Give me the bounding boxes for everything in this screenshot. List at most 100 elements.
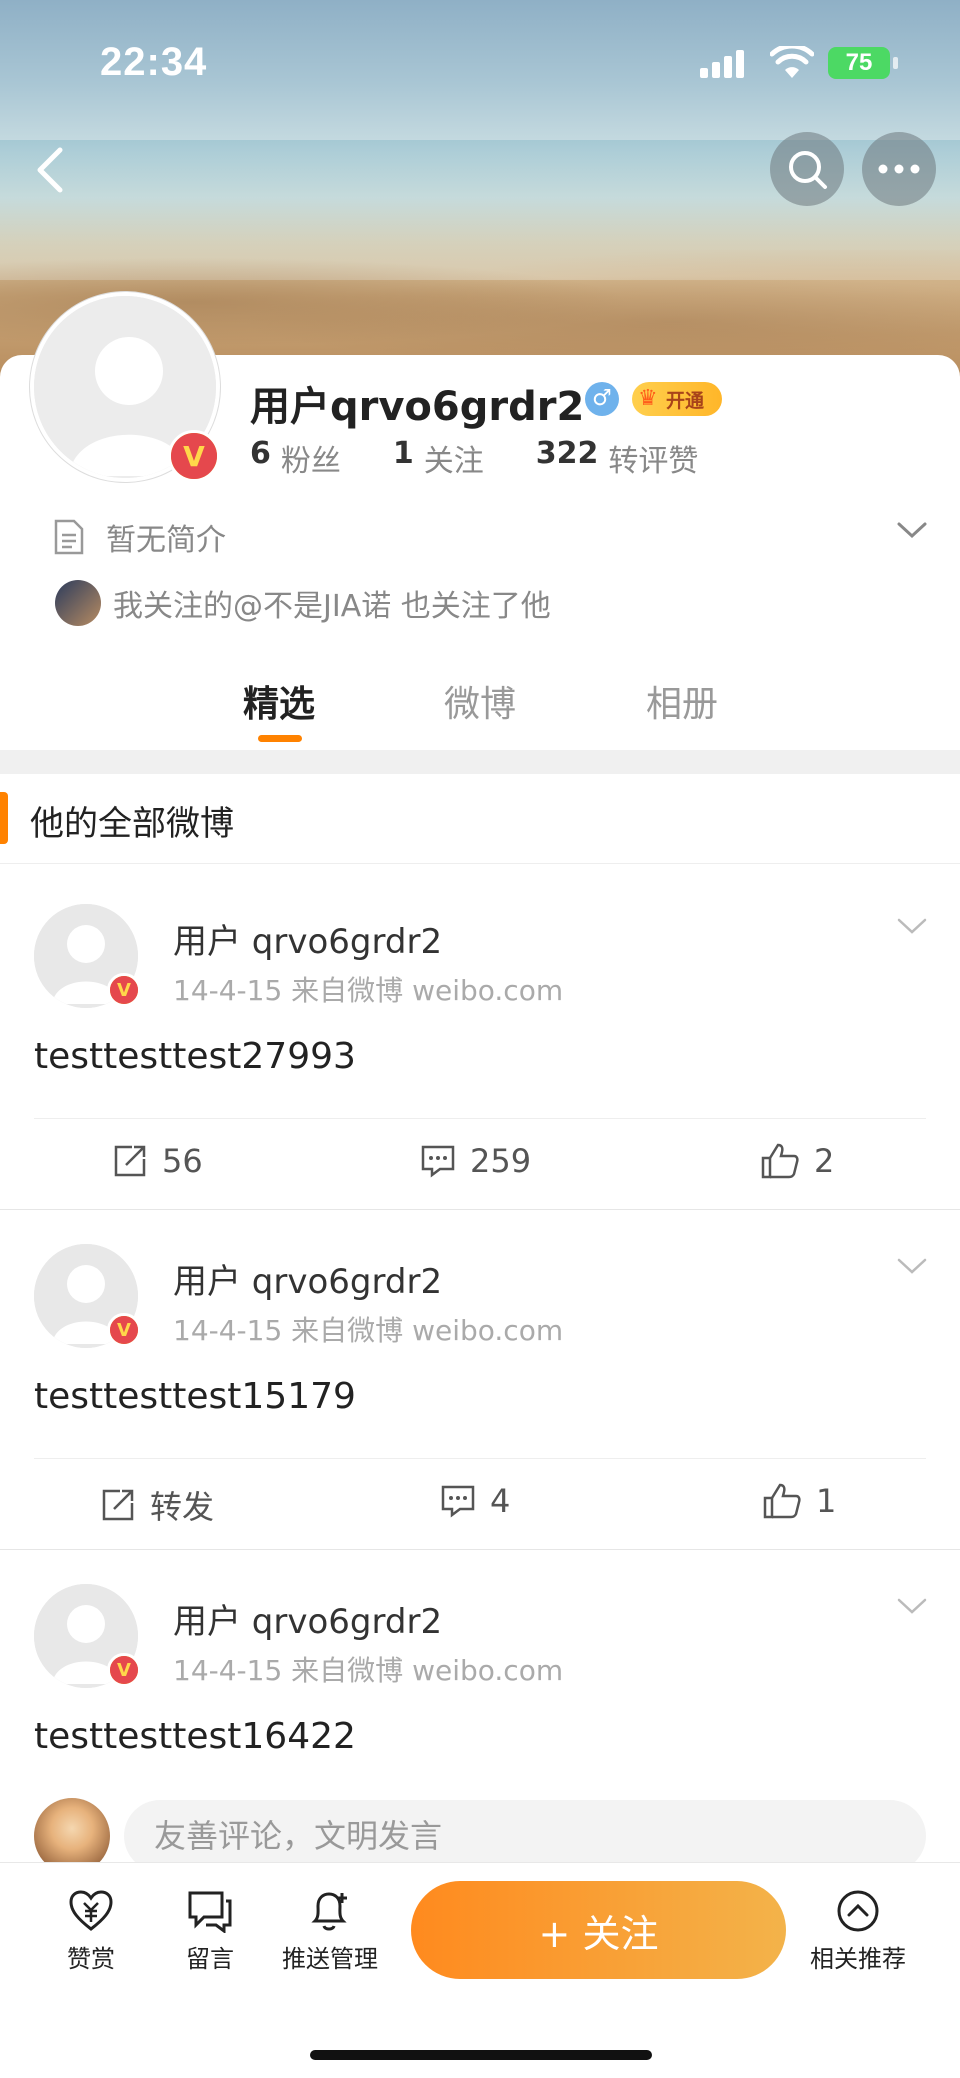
related-recommend-label: 相关推荐 [810,1945,906,1973]
mutual-follow-text: 我关注的@不是JIA诺 也关注了他 [113,589,551,624]
follow-button[interactable]: + 关注 [411,1881,786,1979]
intro-text: 暂无简介 [106,523,226,558]
search-icon [789,151,827,189]
post-divider [34,1458,926,1459]
home-indicator [310,2050,652,2060]
all-posts-header: 他的全部微博 [0,774,960,864]
push-settings-label: 推送管理 [282,1945,378,1973]
comment-icon [421,1145,455,1178]
chevron-down-icon[interactable] [895,518,929,542]
chevron-down-icon[interactable] [895,914,929,938]
battery-indicator: 75 [828,47,890,79]
profile-name: 用户qrvo6grdr2 [250,384,585,430]
stat-following-count: 1 [392,436,414,471]
verified-badge: V [107,1313,141,1347]
section-accent-bar [0,792,8,844]
crown-icon: ♛ [638,386,658,411]
comment-count: 4 [490,1482,511,1520]
stat-followers-label: 粉丝 [280,444,341,479]
stat-following-label: 关注 [423,444,484,479]
reward-label: 赞赏 [67,1945,115,1973]
section-separator [0,750,960,774]
vip-open-badge[interactable]: ♛ 开通 [632,382,722,416]
verified-badge: V [107,973,141,1007]
stat-interactions-count: 322 [535,436,599,471]
post-meta: 14-4-15 来自微博 weibo.com [173,1654,564,1687]
post-author[interactable]: 用户 qrvo6grdr2 [173,914,442,963]
post-meta: 14-4-15 来自微博 weibo.com [173,1314,564,1347]
profile-tabs: 精选 微博 相册 [0,665,960,745]
reward-button[interactable]: 赞赏 [36,1889,146,1974]
related-recommend-button[interactable]: 相关推荐 [803,1889,913,1974]
status-bar: 22:34 75 [0,0,960,120]
repost-count: 56 [162,1142,203,1180]
repost-button[interactable]: 56 [112,1142,203,1180]
post-actions: 56 259 2 [0,1120,960,1208]
bottom-action-bar: 赞赏 留言 推送管理 + 关注 相关推荐 [0,1862,960,2078]
post-content: testtesttest27993 [34,1036,356,1077]
like-count: 2 [814,1142,835,1180]
thumbs-up-icon [763,1483,801,1519]
mutual-follow-row[interactable]: 我关注的@不是JIA诺 也关注了他 [55,580,551,626]
post-card[interactable]: V 用户 qrvo6grdr2 14-4-15 来自微博 weibo.com t… [0,1204,960,1550]
message-icon [188,1891,232,1933]
tab-active-indicator [258,735,302,742]
comment-button[interactable]: 4 [440,1482,510,1520]
repost-label: 转发 [150,1488,215,1526]
like-button[interactable]: 2 [760,1142,834,1180]
message-button[interactable]: 留言 [155,1889,265,1974]
repost-icon [102,1489,134,1521]
battery-cap [893,57,898,69]
more-button[interactable] [862,132,936,206]
post-divider [34,1118,926,1119]
stat-interactions-label: 转评赞 [608,444,699,479]
more-icon [878,164,920,174]
like-count: 1 [816,1482,837,1520]
tab-weibo[interactable]: 微博 [444,675,516,727]
post-content: testtesttest16422 [34,1716,356,1757]
section-title: 他的全部微博 [30,804,234,844]
stat-interactions[interactable]: 322 转评赞 [536,436,699,480]
status-time: 22:34 [100,40,208,84]
repost-icon [114,1145,146,1177]
tab-album[interactable]: 相册 [646,675,718,727]
comment-button[interactable]: 259 [420,1142,531,1180]
chevron-down-icon[interactable] [895,1254,929,1278]
verified-v-icon: V [110,1316,138,1344]
profile-intro[interactable]: 暂无简介 [52,515,226,559]
wifi-icon [770,46,814,78]
comment-icon [441,1485,475,1518]
verified-badge: V [168,430,220,482]
post-meta: 14-4-15 来自微博 weibo.com [173,974,564,1007]
tab-featured[interactable]: 精选 [243,675,315,727]
verified-v-icon: V [110,976,138,1004]
back-icon[interactable] [22,140,82,200]
like-button[interactable]: 1 [762,1482,836,1520]
profile-page: 22:34 75 V 用户qrvo6grdr2 ♂ ♛ 开通 6 粉丝 1 关注… [0,0,960,2078]
post-card[interactable]: V 用户 qrvo6grdr2 14-4-15 来自微博 weibo.com t… [0,1544,960,1784]
post-author[interactable]: 用户 qrvo6grdr2 [173,1594,442,1643]
post-card[interactable]: V 用户 qrvo6grdr2 14-4-15 来自微博 weibo.com t… [0,864,960,1210]
stat-followers[interactable]: 6 粉丝 [250,436,341,480]
chevron-down-icon[interactable] [895,1594,929,1618]
post-content: testtesttest15179 [34,1376,356,1417]
document-icon [54,519,84,555]
search-button[interactable] [770,132,844,206]
chevron-up-circle-icon [837,1890,879,1932]
male-gender-icon: ♂ [585,382,619,416]
stat-following[interactable]: 1 关注 [393,436,484,480]
verified-v-icon: V [110,1656,138,1684]
repost-button[interactable]: 转发 [100,1482,214,1528]
stat-followers-count: 6 [250,436,271,471]
comment-count: 259 [470,1142,532,1180]
verified-v-icon: V [171,433,217,479]
post-actions: 转发 4 1 [0,1460,960,1548]
vip-open-label: 开通 [666,389,705,412]
profile-stats: 6 粉丝 1 关注 322 转评赞 [250,436,750,480]
cellular-signal-icon [700,50,744,78]
bell-plus-icon [311,1892,347,1931]
push-settings-button[interactable]: 推送管理 [275,1889,385,1974]
post-author[interactable]: 用户 qrvo6grdr2 [173,1254,442,1303]
message-label: 留言 [186,1945,234,1973]
verified-badge: V [107,1653,141,1687]
